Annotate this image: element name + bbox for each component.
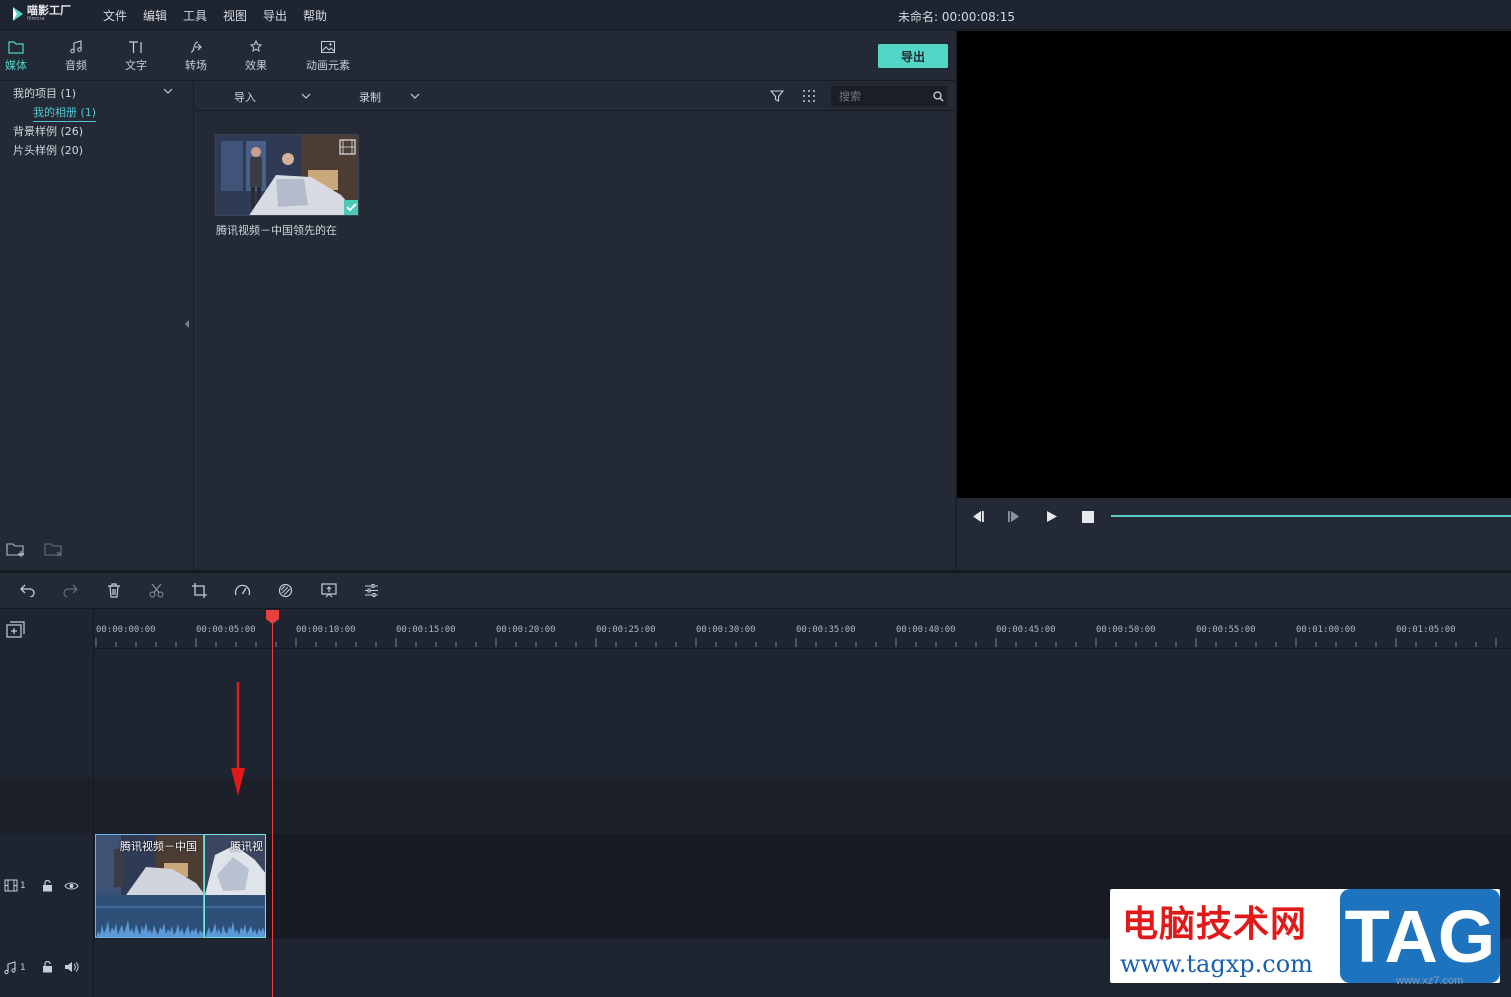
lock-icon[interactable] bbox=[42, 961, 53, 973]
export-button[interactable]: 导出 bbox=[878, 44, 948, 68]
app-logo: 喵影工厂 filmora bbox=[12, 5, 71, 22]
menu-bar: 喵影工厂 filmora 文件 编辑 工具 视图 导出 帮助 bbox=[0, 0, 1511, 30]
color-icon[interactable] bbox=[278, 583, 293, 598]
audio-track-icon bbox=[4, 961, 16, 975]
preview-screen bbox=[957, 31, 1511, 498]
chevron-down-icon[interactable] bbox=[163, 88, 173, 94]
video-track-header: 1 bbox=[0, 834, 94, 939]
watermark-url: www.tagxp.com bbox=[1120, 950, 1313, 978]
menu-view[interactable]: 视图 bbox=[223, 7, 247, 24]
menu-edit[interactable]: 编辑 bbox=[143, 7, 167, 24]
import-dropdown[interactable]: 导入 bbox=[234, 89, 256, 105]
project-title: 未命名: 00:00:08:15 bbox=[898, 10, 1016, 24]
timeline-header-left bbox=[0, 609, 94, 649]
menu-file[interactable]: 文件 bbox=[103, 7, 127, 24]
audio-track-number: 1 bbox=[20, 963, 26, 973]
watermark-tag: TAG bbox=[1340, 889, 1500, 983]
search-icon[interactable] bbox=[933, 91, 944, 102]
playback-progress-bar[interactable] bbox=[1111, 515, 1511, 517]
stop-icon[interactable] bbox=[1082, 511, 1094, 523]
chevron-down-icon[interactable] bbox=[410, 93, 420, 99]
tab-effects-label: 效果 bbox=[245, 59, 267, 72]
video-track-icon bbox=[4, 879, 18, 892]
tree-intro-samples[interactable]: 片头样例 (20) bbox=[13, 142, 83, 158]
tab-elements[interactable]: 动画元素 bbox=[300, 40, 356, 73]
adjust-icon[interactable] bbox=[364, 583, 379, 598]
tab-text[interactable]: 文字 bbox=[108, 40, 164, 73]
menu-help[interactable]: 帮助 bbox=[303, 7, 327, 24]
track-empty-2 bbox=[94, 778, 1511, 834]
timeline-toolbar bbox=[0, 571, 1511, 609]
redo-icon[interactable] bbox=[62, 583, 78, 597]
delete-folder-icon[interactable] bbox=[44, 542, 64, 558]
app-logo-name: 喵影工厂 bbox=[27, 4, 71, 17]
track-empty-1 bbox=[94, 649, 1511, 778]
tab-audio[interactable]: 音频 bbox=[48, 40, 104, 73]
timeline-clip-2[interactable]: 腾讯视 bbox=[204, 834, 266, 938]
play-icon[interactable] bbox=[1045, 510, 1058, 523]
chevron-down-icon[interactable] bbox=[301, 93, 311, 99]
filter-icon[interactable] bbox=[770, 89, 784, 103]
video-thumbnail-image bbox=[216, 135, 358, 215]
track-header-empty-1 bbox=[0, 649, 94, 778]
folder-tree: 我的项目 (1) 我的相册 (1) 背景样例 (26) 片头样例 (20) bbox=[0, 82, 194, 569]
filmora-logo-icon bbox=[13, 6, 23, 21]
lock-icon[interactable] bbox=[42, 880, 53, 892]
tab-transition[interactable]: 转场 bbox=[168, 40, 224, 73]
text-icon bbox=[129, 41, 142, 53]
tab-transition-label: 转场 bbox=[185, 59, 207, 72]
grid-view-icon[interactable] bbox=[802, 89, 816, 103]
tree-my-project[interactable]: 我的项目 (1) bbox=[13, 85, 76, 101]
tab-text-label: 文字 bbox=[125, 59, 147, 72]
search-input[interactable] bbox=[831, 86, 947, 106]
prev-frame-icon[interactable] bbox=[970, 510, 984, 523]
menu-tools[interactable]: 工具 bbox=[183, 7, 207, 24]
crop-icon[interactable] bbox=[192, 583, 207, 598]
timeline-ruler[interactable]: 00:00:00:00 00:00:05:00 00:00:10:00 00:00:1… bbox=[94, 609, 1511, 649]
eye-icon[interactable] bbox=[64, 881, 79, 891]
track-header-empty-2 bbox=[0, 778, 94, 834]
media-item-label: 腾讯视频－中国领先的在 bbox=[216, 224, 337, 237]
tree-my-album[interactable]: 我的相册 (1) bbox=[33, 104, 97, 122]
undo-icon[interactable] bbox=[20, 583, 36, 597]
playhead-line[interactable] bbox=[272, 620, 273, 997]
new-folder-icon[interactable] bbox=[6, 542, 26, 558]
green-screen-icon[interactable] bbox=[321, 583, 337, 598]
menu-export[interactable]: 导出 bbox=[263, 7, 287, 24]
transition-icon bbox=[190, 41, 202, 53]
tab-audio-label: 音频 bbox=[65, 59, 87, 72]
speaker-icon[interactable] bbox=[64, 961, 79, 973]
player-controls bbox=[957, 498, 1511, 569]
annotation-arrow-icon bbox=[231, 682, 245, 796]
playhead-handle-icon[interactable] bbox=[265, 609, 280, 625]
next-frame-icon[interactable] bbox=[1007, 510, 1021, 523]
speed-icon[interactable] bbox=[234, 583, 251, 597]
watermark-cn: 电脑技术网 bbox=[1122, 904, 1308, 945]
video-track-number: 1 bbox=[20, 881, 26, 891]
record-dropdown[interactable]: 录制 bbox=[359, 89, 381, 105]
delete-icon[interactable] bbox=[107, 583, 121, 598]
folder-icon bbox=[8, 41, 24, 54]
cut-icon[interactable] bbox=[149, 583, 164, 598]
tab-effects[interactable]: 效果 bbox=[228, 40, 284, 73]
image-icon bbox=[321, 41, 335, 53]
tab-media-label: 媒体 bbox=[5, 59, 27, 72]
music-note-icon bbox=[70, 40, 82, 54]
clip-1-title: 腾讯视频－中国 bbox=[120, 840, 197, 853]
add-track-icon[interactable] bbox=[6, 621, 25, 638]
watermark-sub: www.xz7.com bbox=[1396, 975, 1464, 987]
timeline-clip-1[interactable]: 腾讯视频－中国 bbox=[95, 834, 204, 938]
audio-track-header: 1 bbox=[0, 939, 94, 997]
tab-media[interactable]: 媒体 bbox=[0, 40, 44, 73]
clip-2-title: 腾讯视 bbox=[230, 840, 263, 853]
tab-elements-label: 动画元素 bbox=[306, 59, 350, 72]
media-thumbnail[interactable] bbox=[215, 134, 359, 216]
effects-icon bbox=[249, 40, 263, 53]
tree-bg-samples[interactable]: 背景样例 (26) bbox=[13, 123, 83, 139]
ruler-ticks bbox=[95, 638, 1497, 647]
library-tab-bar: 媒体 音频 文字 转场 效果 动画元素 bbox=[0, 31, 955, 81]
collapse-arrow-icon[interactable] bbox=[185, 320, 190, 328]
